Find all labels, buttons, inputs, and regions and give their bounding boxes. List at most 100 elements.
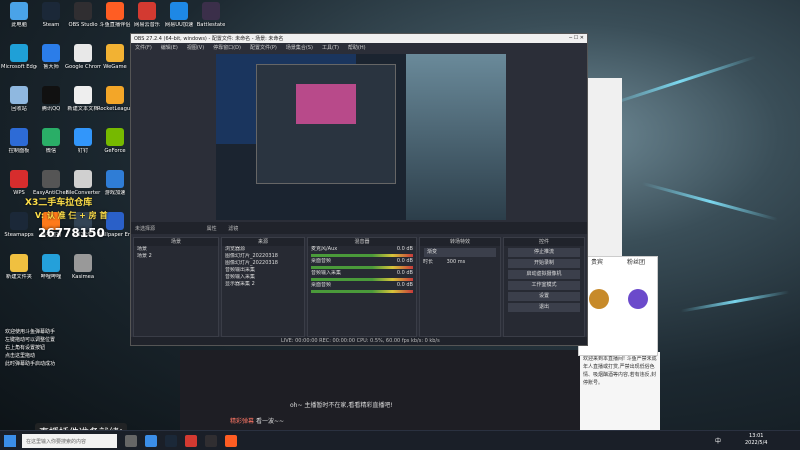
volume-meter[interactable] [311, 290, 413, 293]
desktop-icon[interactable]: 微信 [33, 128, 69, 154]
overlay-line-2: V: 认 准 仨 + 房 首 [35, 211, 108, 220]
app-icon [42, 44, 60, 62]
stop-streaming-button[interactable]: 停止推流 [508, 248, 580, 257]
desktop-icon[interactable]: 斗鱼直播伴侣 [97, 2, 133, 28]
menu-profile[interactable]: 配置文件(P) [250, 44, 277, 51]
source-item[interactable]: 图像幻灯片_20220318 [222, 253, 304, 260]
desktop-icon[interactable]: 新建文件夹 [1, 254, 37, 280]
danmu-helper-notes: 欢迎使用斗鱼弹幕助手 左键拖动可以调整位置 右上角有设置按钮 点击这里拖动 此时… [5, 328, 130, 368]
volume-meter[interactable] [311, 278, 413, 281]
light-streak [680, 290, 790, 313]
properties-button[interactable]: 属性 [207, 226, 217, 232]
desktop-icon[interactable]: Kasimea [65, 254, 101, 280]
obs-menubar: 文件(F) 编辑(E) 视图(V) 停靠窗口(D) 配置文件(P) 场景集合(S… [131, 43, 587, 51]
avatar[interactable] [588, 289, 609, 309]
clock[interactable]: 13:01 2022/5/4 [745, 433, 767, 447]
netease-icon[interactable] [185, 435, 197, 447]
desktop-icon[interactable]: Microsoft Edge [1, 44, 37, 70]
search-input[interactable]: 在这里输入你要搜索的内容 [22, 434, 117, 448]
menu-help[interactable]: 帮助(H) [348, 44, 366, 51]
obs-icon[interactable] [205, 435, 217, 447]
volume-meter[interactable] [311, 266, 413, 269]
source-item[interactable]: 显示器采集 2 [222, 281, 304, 288]
desktop-icon[interactable]: 腾讯QQ [33, 86, 69, 112]
app-icon [106, 128, 124, 146]
desktop-icon-label: 斗鱼直播伴侣 [99, 22, 131, 28]
desktop-icon[interactable]: 控制面板 [1, 128, 37, 154]
menu-view[interactable]: 视图(V) [187, 44, 204, 51]
desktop-icon-label: RocketLeague [97, 106, 133, 112]
desktop-icon[interactable]: 网易UU加速 [161, 2, 197, 28]
studio-mode-button[interactable]: 工作室模式 [508, 281, 580, 290]
app-icon [106, 170, 124, 188]
avatar[interactable] [627, 289, 648, 309]
desktop-icon[interactable]: 哔哩哔哩 [33, 254, 69, 280]
exit-button[interactable]: 退出 [508, 303, 580, 312]
desktop-icon-label: 新建文本文档 [67, 106, 99, 112]
desktop-icon[interactable]: 网易云音乐 [129, 2, 165, 28]
start-recording-button[interactable]: 开始录制 [508, 259, 580, 268]
desktop-icon[interactable]: GeForce [97, 128, 133, 154]
chat-text: 看一波~~ [255, 418, 284, 425]
room-message: oh~ 主播暂时不在家,看看精彩直播吧! [290, 402, 393, 409]
desktop-icon[interactable]: 钉钉 [65, 128, 101, 154]
desktop-icon[interactable]: 鲁大师 [33, 44, 69, 70]
app-icon [42, 254, 60, 272]
app-icon [106, 44, 124, 62]
window-controls[interactable]: ─ ☐ ✕ [569, 35, 584, 42]
scene-item[interactable]: 场景 [134, 246, 218, 253]
source-item[interactable]: 图像幻灯片_20220318 [222, 260, 304, 267]
start-button-icon[interactable] [4, 435, 16, 447]
mixer-dock: 混音器 麦克风/Aux 0.0 dB 桌面音频 0.0 dB 音频输入采集 0.… [307, 237, 417, 337]
obs-preview[interactable] [216, 54, 506, 220]
note-line: 右上角有设置按钮 [5, 345, 46, 351]
transition-select[interactable]: 渐变 [424, 248, 496, 257]
douyu-icon[interactable] [225, 435, 237, 447]
desktop-icon-label: Kasimea [71, 274, 95, 280]
desktop-icon[interactable]: Steam [33, 2, 69, 28]
volume-meter[interactable] [311, 254, 413, 257]
vip-panel: 贵宾 粉丝团 [578, 256, 658, 356]
desktop-icon-label: 新建文件夹 [6, 274, 32, 280]
menu-tools[interactable]: 工具(T) [322, 44, 339, 51]
scene-item[interactable]: 场景 2 [134, 253, 218, 260]
menu-file[interactable]: 文件(F) [135, 44, 152, 51]
steam-icon[interactable] [165, 435, 177, 447]
desktop-icon[interactable]: Battlestate [193, 2, 229, 28]
desktop-icon[interactable]: Steamapps [1, 212, 37, 238]
menu-docks[interactable]: 停靠窗口(D) [213, 44, 241, 51]
source-item[interactable]: 音频输出采集 [222, 267, 304, 274]
desktop-icon[interactable]: RocketLeague [97, 86, 133, 112]
desktop-icon[interactable]: Google Chrome [65, 44, 101, 70]
desktop-icon[interactable]: WPS [1, 170, 37, 196]
desktop-icon[interactable]: 游戏加速 [97, 170, 133, 196]
ime-indicator[interactable]: 中 [715, 436, 721, 445]
task-view-icon[interactable] [125, 435, 137, 447]
tab-fans[interactable]: 粉丝团 [627, 257, 645, 269]
menu-scene-collection[interactable]: 场景集合(S) [286, 44, 313, 51]
virtual-camera-button[interactable]: 启动虚拟摄像机 [508, 270, 580, 279]
desktop-icon-label: 微信 [45, 148, 57, 154]
desktop-icon[interactable]: 回收站 [1, 86, 37, 112]
desktop-icon-label: 网易UU加速 [164, 22, 194, 28]
source-item[interactable]: 浏览器源 [222, 246, 304, 253]
desktop-icon[interactable]: EasyAntiCheat [33, 170, 69, 196]
desktop-icon-label: Steamapps [4, 232, 34, 238]
source-item[interactable]: 音频输入采集 [222, 274, 304, 281]
desktop-icon[interactable]: 此电脑 [1, 2, 37, 28]
obs-statusbar: LIVE: 00:00:00 REC: 00:00:00 CPU: 0.5%, … [131, 337, 587, 345]
desktop-icon[interactable]: FileConverter [65, 170, 101, 196]
desktop-icon-label: 此电脑 [11, 22, 27, 28]
desktop-icon[interactable]: 新建文本文档 [65, 86, 101, 112]
settings-button[interactable]: 设置 [508, 292, 580, 301]
edge-icon[interactable] [145, 435, 157, 447]
desktop-icon[interactable]: WeGame [97, 44, 133, 70]
filters-button[interactable]: 滤镜 [228, 226, 238, 232]
obs-window: OBS 27.2.4 (64-bit, windows) - 配置文件: 未命名… [130, 33, 588, 346]
menu-edit[interactable]: 编辑(E) [161, 44, 178, 51]
app-icon [42, 2, 60, 20]
desktop-icon[interactable]: OBS Studio [65, 2, 101, 28]
desktop-icon-label: OBS Studio [68, 22, 98, 28]
tab-vip[interactable]: 贵宾 [591, 257, 603, 269]
app-icon [74, 128, 92, 146]
